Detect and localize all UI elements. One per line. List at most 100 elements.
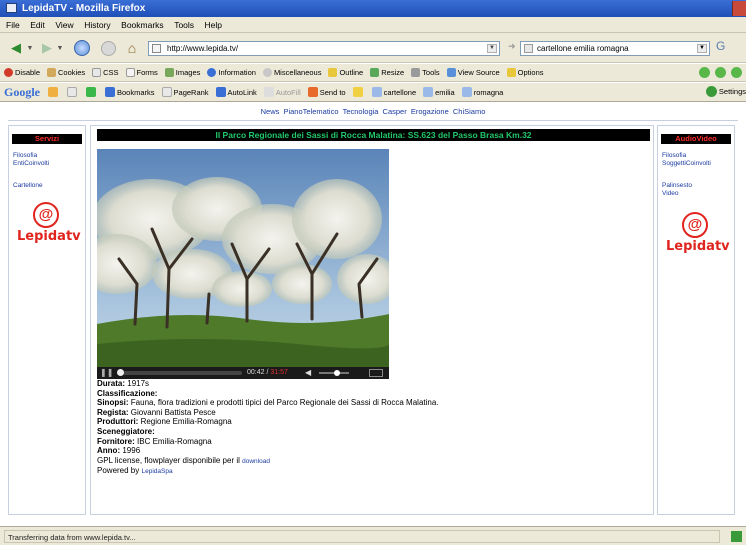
js-status-icon[interactable] [731, 67, 742, 78]
dev-outline-button[interactable]: Outline [328, 68, 363, 77]
dev-tools-button[interactable]: Tools [411, 68, 440, 77]
right-link-palinsesto[interactable]: Palinsesto [662, 182, 692, 190]
forward-button[interactable]: ▶ [36, 38, 58, 58]
menu-edit[interactable]: Edit [30, 20, 45, 30]
menu-view[interactable]: View [55, 20, 73, 30]
left-link-filosofia[interactable]: Filosofia [13, 152, 37, 160]
status-addon-icon[interactable] [731, 531, 742, 542]
google-logo[interactable]: Google [4, 85, 40, 100]
meta-sceneggiatore-label: Sceneggiatore: [97, 426, 155, 436]
back-history-dropdown-icon[interactable]: ▼ [26, 38, 34, 58]
dev-information-label: Information [218, 68, 256, 77]
validation-check-icon[interactable] [699, 67, 710, 78]
url-bar[interactable]: http://www.lepida.tv/ ▼ [148, 41, 500, 56]
window-close-button[interactable] [732, 1, 746, 16]
google-gmail-button[interactable] [67, 87, 79, 97]
dev-forms-button[interactable]: Forms [125, 68, 158, 77]
search-bar[interactable]: cartellone emilia romagna ▼ [520, 41, 710, 56]
menu-help[interactable]: Help [205, 20, 222, 30]
google-autolink-label: AutoLink [227, 87, 257, 97]
search-engine-icon[interactable] [524, 44, 533, 53]
dev-cookies-button[interactable]: Cookies [47, 68, 85, 77]
meta-sceneggiatore: Sceneggiatore: [97, 427, 647, 437]
pause-icon[interactable]: ❚❚ [100, 368, 113, 378]
nav-erogazione-link[interactable]: Erogazione [411, 107, 449, 116]
nav-casper-link[interactable]: Casper [383, 107, 407, 116]
dev-resize-button[interactable]: Resize [370, 68, 404, 77]
url-dropdown-icon[interactable]: ▼ [487, 44, 497, 53]
dev-miscellaneous-label: Miscellaneous [273, 68, 322, 77]
meta-produttori: Produttori: Regione Emilia-Romagna [97, 417, 647, 427]
dev-miscellaneous-button[interactable]: Miscellaneous [262, 68, 322, 77]
page-content: News PianoTelematico Tecnologia Casper E… [0, 103, 746, 525]
information-icon [207, 68, 217, 77]
right-link-filosofia[interactable]: Filosofia [662, 152, 686, 160]
google-sendto-button[interactable]: Send to [307, 87, 346, 97]
css-status-icon[interactable] [715, 67, 726, 78]
google-sendto-label: Send to [319, 87, 346, 97]
page-favicon-icon [152, 44, 161, 53]
current-time: 00:42 [247, 369, 265, 376]
nav-pianotelematico-link[interactable]: PianoTelematico [283, 107, 338, 116]
google-settings-button[interactable]: Settings [705, 86, 746, 97]
fullscreen-icon[interactable] [369, 369, 383, 377]
search-go-icon[interactable]: G [716, 39, 725, 53]
progress-track[interactable] [117, 371, 242, 375]
volume-handle[interactable] [334, 370, 340, 376]
dev-options-button[interactable]: Options [506, 68, 544, 77]
meta-regista-label: Regista: [97, 407, 129, 417]
nav-chisiamo-link[interactable]: ChiSiamo [453, 107, 486, 116]
lepidatv-logo: @ Lepidatv [15, 202, 81, 248]
nav-tecnologia-link[interactable]: Tecnologia [343, 107, 379, 116]
gmail-icon [67, 87, 77, 97]
dev-images-button[interactable]: Images [164, 68, 200, 77]
google-term-emilia[interactable]: emilia [423, 87, 455, 97]
menu-tools[interactable]: Tools [174, 20, 194, 30]
autofill-icon [263, 87, 274, 97]
google-search-web-button[interactable] [48, 87, 60, 97]
url-text[interactable]: http://www.lepida.tv/ [167, 44, 238, 53]
dev-information-button[interactable]: Information [207, 68, 256, 77]
right-link-soggetticoinvolti[interactable]: SoggettiCoinvolti [662, 160, 711, 168]
back-button[interactable]: ◀ [4, 38, 28, 58]
dev-forms-label: Forms [136, 68, 158, 77]
lepidaspa-link[interactable]: LepidaSpa [141, 468, 172, 475]
audiovideo-heading: AudioVideo [661, 134, 731, 144]
stop-button[interactable] [98, 38, 118, 58]
dev-cookies-label: Cookies [58, 68, 86, 77]
reload-button[interactable] [72, 38, 92, 58]
dev-css-button[interactable]: CSS [92, 68, 119, 77]
menu-file[interactable]: File [6, 20, 20, 30]
search-dropdown-icon[interactable]: ▼ [697, 44, 707, 53]
google-highlight-button[interactable] [352, 87, 365, 97]
download-link[interactable]: download [242, 458, 270, 465]
google-autolink-button[interactable]: AutoLink [215, 87, 257, 97]
google-term-romagna[interactable]: romagna [461, 87, 503, 97]
video-player[interactable] [97, 149, 389, 367]
left-link-enticoinvolti[interactable]: EntiCoinvolti [13, 160, 49, 168]
forms-icon [125, 68, 135, 77]
right-link-video[interactable]: Video [662, 190, 679, 198]
nav-news-link[interactable]: News [261, 107, 280, 116]
meta-fornitore: Fornitore: IBC Emilia-Romagna [97, 437, 647, 447]
highlighter-icon [352, 87, 363, 97]
google-autofill-button[interactable]: AutoFill [263, 87, 301, 97]
dev-view-source-button[interactable]: View Source [446, 68, 500, 77]
google-blogger-button[interactable] [86, 87, 98, 97]
progress-handle[interactable] [116, 369, 124, 376]
menu-history[interactable]: History [84, 20, 110, 30]
meta-classificazione: Classificazione: [97, 389, 647, 399]
dev-disable-button[interactable]: Disable [4, 68, 40, 77]
volume-icon[interactable]: ◀ [305, 368, 311, 378]
home-button[interactable]: ⌂ [122, 38, 142, 58]
menu-bookmarks[interactable]: Bookmarks [121, 20, 164, 30]
forward-history-dropdown-icon[interactable]: ▼ [56, 38, 64, 58]
go-arrow-icon[interactable]: ➜ [508, 41, 518, 56]
left-link-cartellone[interactable]: Cartellone [13, 182, 43, 190]
meta-sinopsi: Sinopsi: Fauna, flora tradizioni e prodo… [97, 398, 647, 408]
search-input[interactable]: cartellone emilia romagna [537, 44, 629, 53]
google-term-cartellone[interactable]: cartellone [371, 87, 416, 97]
send-to-icon [307, 87, 318, 97]
google-pagerank-button[interactable]: PageRank [161, 87, 209, 97]
google-bookmarks-button[interactable]: Bookmarks [105, 87, 155, 97]
